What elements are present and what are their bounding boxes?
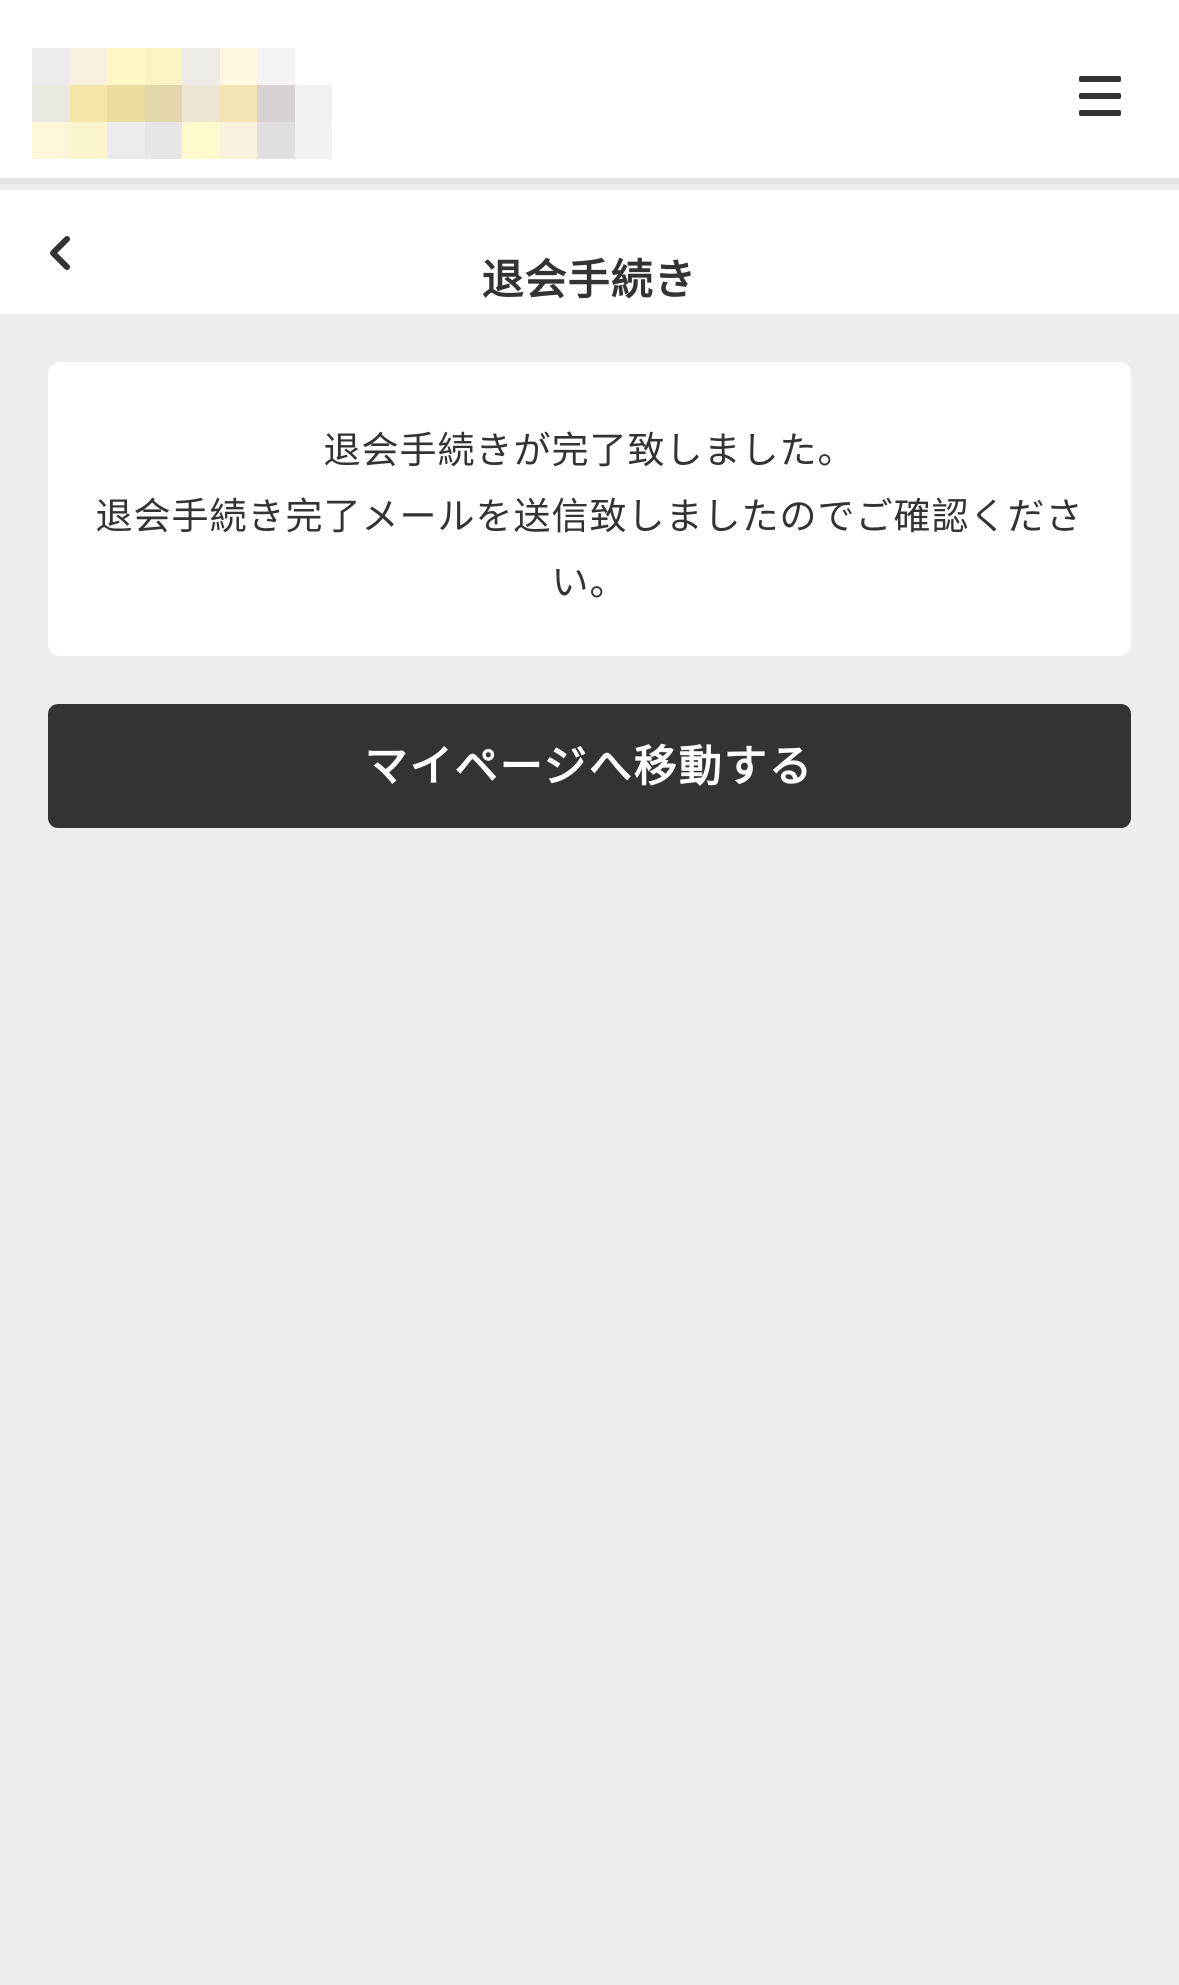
site-header (0, 0, 1179, 184)
logo-pixel (107, 85, 145, 122)
logo-pixel (32, 85, 70, 122)
page-title: 退会手続き (481, 255, 697, 305)
logo-pixel (294, 85, 332, 122)
logo-pixel (257, 85, 295, 122)
hamburger-icon-bar (1079, 93, 1121, 99)
completion-message-card: 退会手続きが完了致しました。 退会手続き完了メールを送信致しましたのでご確認くだ… (48, 362, 1131, 656)
hamburger-icon-bar (1079, 76, 1121, 82)
logo-pixel (257, 48, 295, 85)
logo-pixel (182, 48, 220, 85)
logo-pixel (69, 85, 107, 122)
logo-pixel (32, 48, 70, 85)
completion-message-line: 退会手続き完了メールを送信致しましたのでご確認ください。 (95, 495, 1084, 604)
go-to-mypage-button[interactable]: マイページへ移動する (48, 704, 1131, 828)
logo-pixel (219, 122, 257, 159)
logo-pixel (69, 122, 107, 159)
logo-pixel (32, 122, 70, 159)
logo-pixel (219, 48, 257, 85)
site-logo[interactable] (32, 48, 332, 159)
completion-message-line: 退会手続きが完了致しました。 (323, 429, 856, 472)
logo-pixel (144, 85, 182, 122)
hamburger-menu-button[interactable] (1079, 76, 1121, 116)
logo-pixel (144, 122, 182, 159)
logo-pixel (107, 48, 145, 85)
logo-pixel (294, 122, 332, 159)
logo-pixel (144, 48, 182, 85)
logo-pixel (219, 85, 257, 122)
logo-pixel (107, 122, 145, 159)
logo-pixel (182, 122, 220, 159)
logo-pixel (294, 48, 332, 85)
logo-pixel (257, 122, 295, 159)
hamburger-icon-bar (1079, 110, 1121, 116)
logo-pixel (69, 48, 107, 85)
logo-pixel (182, 85, 220, 122)
